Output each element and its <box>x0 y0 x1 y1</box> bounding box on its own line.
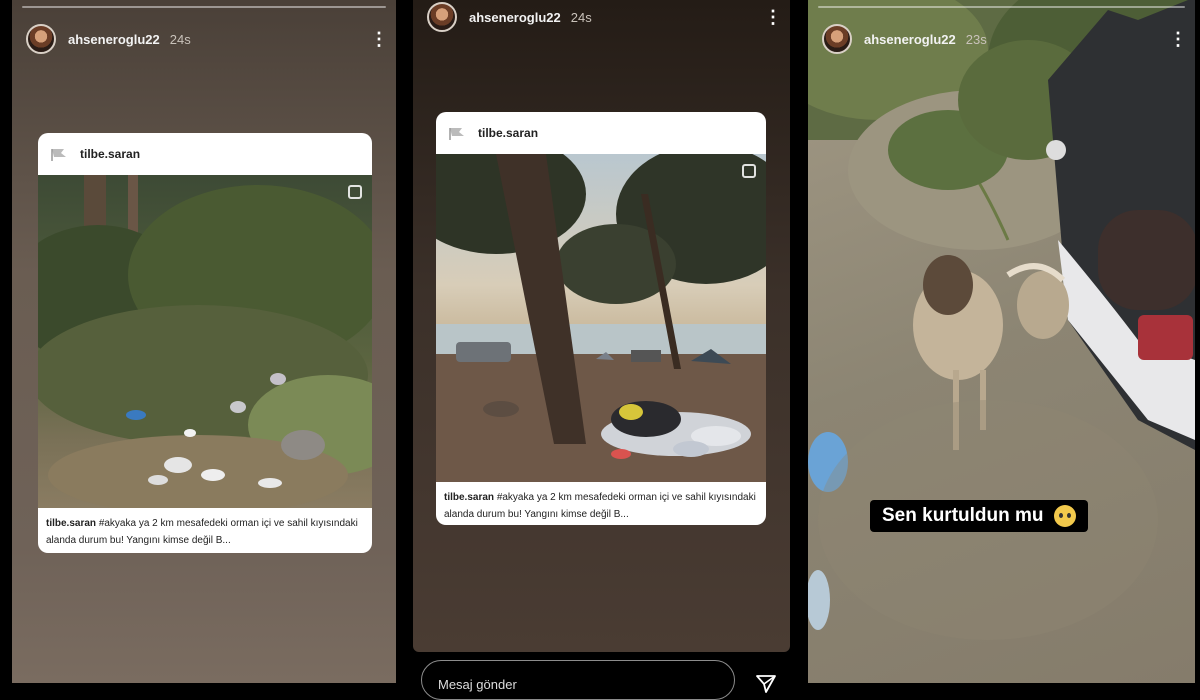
shared-post-card[interactable]: tilbe.saran tilbe.saran #akyaka ya 2 km … <box>38 133 372 553</box>
multiple-photos-icon <box>348 185 362 199</box>
story-username[interactable]: ahseneroglu22 <box>68 32 160 47</box>
story-time: 24s <box>570 9 592 25</box>
shared-post-header: tilbe.saran <box>436 112 766 154</box>
story-header: ahseneroglu22 24s ⋮ <box>427 0 782 34</box>
pleading-face-emoji <box>1053 505 1076 527</box>
story-panel-2[interactable]: ahseneroglu22 24s ⋮ tilbe.saran tilbe.sa… <box>413 0 790 652</box>
more-vertical-icon[interactable]: ⋮ <box>370 30 388 48</box>
send-message-input[interactable]: Mesaj gönder <box>421 660 735 700</box>
story-time: 24s <box>169 31 191 47</box>
user-avatar[interactable] <box>26 24 56 54</box>
story-time: 23s <box>965 31 987 47</box>
shared-post-username[interactable]: tilbe.saran <box>478 126 538 140</box>
shared-post-card[interactable]: tilbe.saran tilbe.saran #akyaka ya 2 km … <box>436 112 766 525</box>
flag-icon <box>449 128 464 140</box>
forest-litter-photo <box>38 175 372 508</box>
goat-scooter-photo <box>808 0 1195 640</box>
story-header: ahseneroglu22 23s ⋮ <box>822 22 1187 56</box>
story-header: ahseneroglu22 24s ⋮ <box>26 22 388 56</box>
flag-icon <box>51 149 66 161</box>
story-progress-bar <box>818 6 1185 8</box>
shared-post-caption: tilbe.saran #akyaka ya 2 km mesafedeki o… <box>38 508 372 553</box>
story-username[interactable]: ahseneroglu22 <box>864 32 956 47</box>
story-text-sticker: Sen kurtuldun mu <box>870 500 1088 532</box>
shared-post-username[interactable]: tilbe.saran <box>80 147 140 161</box>
shared-post-header: tilbe.saran <box>38 133 372 175</box>
more-vertical-icon[interactable]: ⋮ <box>1169 30 1187 48</box>
story-progress-bar <box>22 6 386 8</box>
more-vertical-icon[interactable]: ⋮ <box>764 8 782 26</box>
user-avatar[interactable] <box>427 2 457 32</box>
caption-username[interactable]: tilbe.saran <box>444 492 494 503</box>
story-panel-3[interactable]: ahseneroglu22 23s ⋮ <box>808 0 1195 683</box>
shared-post-caption: tilbe.saran #akyaka ya 2 km mesafedeki o… <box>436 482 766 525</box>
campsite-litter-photo <box>436 154 766 482</box>
sticker-text: Sen kurtuldun mu <box>882 505 1044 526</box>
user-avatar[interactable] <box>822 24 852 54</box>
story-panel-1[interactable]: ahseneroglu22 24s ⋮ tilbe.saran tilbe.sa… <box>12 0 396 683</box>
caption-username[interactable]: tilbe.saran <box>46 518 96 529</box>
multiple-photos-icon <box>742 164 756 178</box>
message-placeholder: Mesaj gönder <box>438 677 517 692</box>
story-username[interactable]: ahseneroglu22 <box>469 10 561 25</box>
paper-plane-icon[interactable] <box>755 672 777 694</box>
